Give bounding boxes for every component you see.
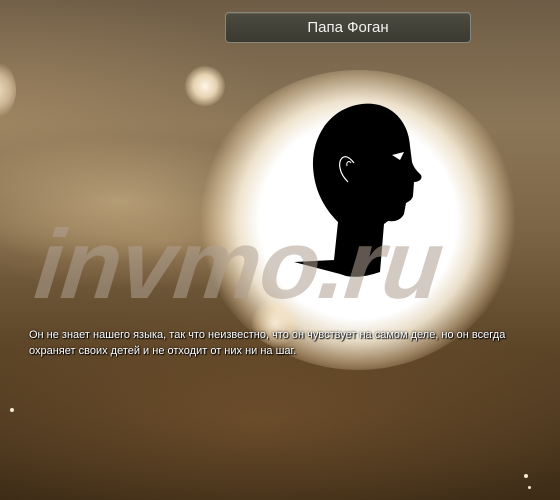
light-orb-left bbox=[0, 60, 16, 120]
character-name-label: Папа Фоган bbox=[307, 19, 389, 36]
watermark-text: invmo.ru bbox=[30, 209, 448, 319]
character-name-title: Папа Фоган bbox=[225, 12, 471, 43]
character-description: Он не знает нашего языка, так что неизве… bbox=[29, 329, 506, 357]
light-orb-small bbox=[185, 66, 225, 106]
spark-dot bbox=[10, 408, 14, 412]
spark-dot bbox=[524, 474, 528, 478]
spark-dot bbox=[528, 486, 531, 489]
game-scene-background: invmo.ru Папа Фоган Он не знает нашего я… bbox=[0, 0, 560, 500]
